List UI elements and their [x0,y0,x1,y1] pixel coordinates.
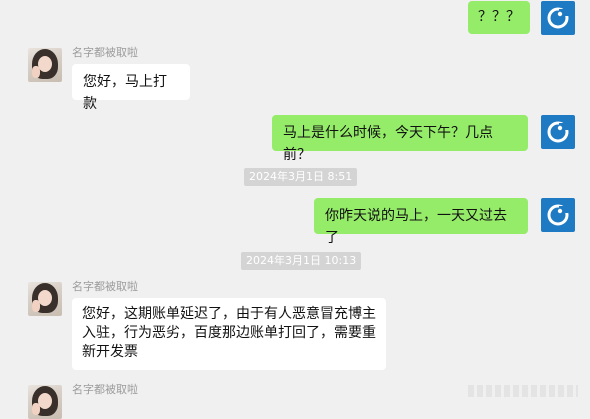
contact-avatar[interactable] [28,282,62,316]
avatar-hand [32,300,40,312]
watermark [468,385,578,397]
contact-avatar[interactable] [28,385,62,419]
chat-window: ？？？ 名字都被取啦 您好，马上打款 马上是什么时候，今天下午？几点前？ 202… [0,0,590,419]
sender-name: 名字都被取啦 [72,46,138,59]
contact-message-bubble[interactable]: 您好，这期账单延迟了，由于有人恶意冒充博主入驻，行为恶劣，百度那边账单打回了，需… [72,298,386,370]
avatar-face [38,393,52,409]
avatar-face [38,290,52,306]
avatar-face [38,56,52,72]
c-logo-icon [547,7,569,29]
contact-avatar[interactable] [28,48,62,82]
c-logo-icon [547,121,569,143]
timestamp: 2024年3月1日 10:13 [241,252,362,270]
sender-name: 名字都被取啦 [72,280,138,293]
my-message-bubble[interactable]: 马上是什么时候，今天下午？几点前？ [272,115,528,163]
sender-name: 名字都被取啦 [72,383,138,396]
my-avatar[interactable] [541,1,575,35]
c-logo-icon [547,204,569,226]
contact-message-bubble[interactable]: 您好，马上打款 [72,64,190,112]
timestamp: 2024年3月1日 8:51 [244,168,358,186]
avatar-hand [32,66,40,78]
my-message-bubble[interactable]: 你昨天说的马上，一天又过去了 [314,198,528,246]
my-message-bubble[interactable]: ？？？ [468,1,530,34]
my-avatar[interactable] [541,115,575,149]
my-avatar[interactable] [541,198,575,232]
